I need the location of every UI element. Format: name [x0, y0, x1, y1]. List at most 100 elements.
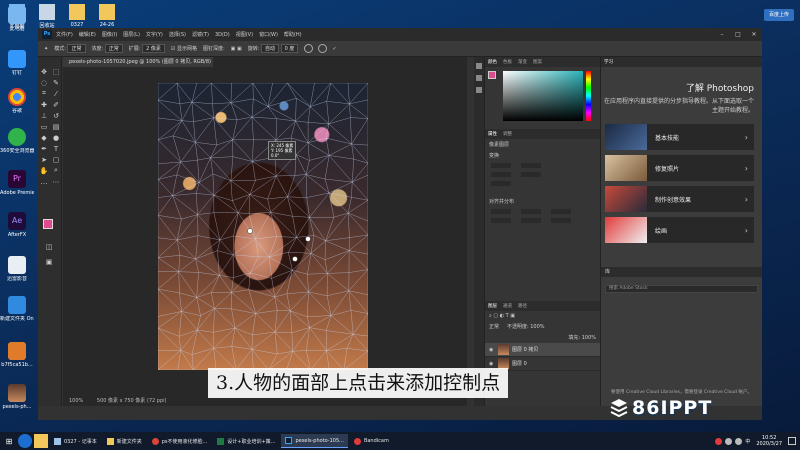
blend-mode-select[interactable]: 正常: [489, 324, 499, 330]
desktop-icon[interactable]: pexels-ph...: [0, 384, 34, 410]
task-folder[interactable]: 新建文件夹: [103, 434, 146, 448]
show-mesh-checkbox[interactable]: ☑ 显示网格: [171, 45, 197, 52]
tab-adjustments[interactable]: 调整: [503, 131, 512, 137]
menu-image[interactable]: 图像(I): [102, 31, 117, 38]
layer-row[interactable]: ◉ 图层 0 拷贝: [485, 343, 600, 357]
menu-3d[interactable]: 3D(D): [215, 32, 230, 38]
history-brush-icon[interactable]: ↺: [51, 111, 61, 120]
expand-input[interactable]: 2 像素: [142, 44, 165, 53]
rotate-select[interactable]: 自动: [260, 44, 279, 53]
mode-option[interactable]: 模式: 正常: [54, 44, 86, 53]
desktop-icon[interactable]: 钉钉: [0, 50, 34, 76]
cancel-icon[interactable]: [318, 44, 328, 53]
desktop-icon[interactable]: 谷歌: [0, 88, 34, 114]
learn-card-creative-effects[interactable]: 制作创意效果 ›: [605, 186, 754, 212]
menu-type[interactable]: 文字(Y): [146, 31, 163, 38]
desktop-icon-recycle-bin[interactable]: 回收站: [32, 4, 62, 29]
desktop-icon[interactable]: b7f5ca51b...: [0, 342, 34, 368]
align-section[interactable]: 对齐并分布: [485, 196, 600, 207]
desktop-icon[interactable]: 360安全浏览器: [0, 128, 34, 154]
taskbar-app-icon[interactable]: [34, 434, 48, 448]
screen-mode-icon[interactable]: ▣: [44, 257, 54, 266]
transform-fields[interactable]: [485, 179, 600, 188]
marquee-tool-icon[interactable]: ⬚: [51, 67, 61, 76]
eyedropper-tool-icon[interactable]: ⁄: [51, 89, 61, 98]
tab-learn[interactable]: 学习: [604, 59, 613, 65]
menu-edit[interactable]: 编辑(E): [79, 31, 96, 38]
healing-tool-icon[interactable]: ✚: [39, 100, 49, 109]
eye-icon[interactable]: ◉: [489, 347, 495, 353]
transform-fields[interactable]: [485, 161, 600, 170]
history-panel-icon[interactable]: [476, 63, 482, 69]
menu-select[interactable]: 选择(S): [169, 31, 186, 38]
document-tab[interactable]: pexels-photo-1057020.jpeg @ 100% (图层 0 拷…: [63, 57, 213, 67]
foreground-color-swatch[interactable]: [43, 219, 53, 229]
clock[interactable]: 10:52 2020/3/27: [756, 435, 782, 447]
desktop-icon[interactable]: 此电脑: [0, 6, 34, 32]
start-button[interactable]: ⊞: [0, 432, 18, 450]
quick-mask-icon[interactable]: ◫: [44, 242, 54, 251]
desktop-icon[interactable]: Ae AfterFX: [0, 212, 34, 238]
learn-card-fix-photos[interactable]: 修复照片 ›: [605, 155, 754, 181]
hue-slider[interactable]: [586, 71, 591, 121]
align-buttons[interactable]: [485, 207, 600, 216]
transform-fields[interactable]: [485, 170, 600, 179]
task-notepad[interactable]: 0327 - 记事本: [50, 434, 101, 448]
lasso-tool-icon[interactable]: ◌: [39, 78, 49, 87]
photo-canvas[interactable]: X: 245 像素 Y: 195 像素 0.0°: [158, 83, 368, 370]
transform-section[interactable]: 变换: [485, 150, 600, 161]
shape-tool-icon[interactable]: ▢: [51, 155, 61, 164]
desktop-icon-folder-24-26[interactable]: 24-26: [92, 4, 122, 28]
more-tools-icon[interactable]: …: [39, 177, 49, 186]
desktop-icon[interactable]: Pr Adobe Premie...: [0, 170, 34, 196]
network-icon[interactable]: [725, 437, 733, 445]
tab-patterns[interactable]: 图案: [533, 59, 542, 65]
rotate-option[interactable]: 旋转: 自动 0 度: [248, 44, 299, 53]
record-icon[interactable]: [715, 437, 723, 445]
tab-swatches[interactable]: 色板: [503, 59, 512, 65]
menu-help[interactable]: 帮助(H): [284, 31, 302, 38]
task-bandicam[interactable]: Bandicam: [350, 434, 393, 448]
pen-tool-icon[interactable]: ✒: [39, 144, 49, 153]
volume-icon[interactable]: [735, 437, 743, 445]
tab-properties[interactable]: 属性: [488, 131, 497, 137]
density-select[interactable]: 正常: [104, 44, 123, 53]
edit-toolbar-icon[interactable]: ⋯: [51, 177, 61, 186]
align-buttons[interactable]: [485, 216, 600, 225]
expand-option[interactable]: 扩展: 2 像素: [129, 44, 165, 53]
desktop-icon[interactable]: 迅雷影音: [0, 256, 34, 282]
minimize-icon[interactable]: –: [714, 31, 730, 38]
tab-gradients[interactable]: 渐变: [518, 59, 527, 65]
brush-tool-icon[interactable]: ✐: [51, 100, 61, 109]
mode-select[interactable]: 正常: [67, 44, 86, 53]
opacity-input[interactable]: 100%: [530, 324, 544, 330]
desktop-icon[interactable]: 新建文件夹 Online: [0, 296, 34, 322]
maximize-icon[interactable]: □: [730, 31, 746, 38]
task-chrome[interactable]: ps不使用液化修脸...: [148, 434, 212, 448]
type-tool-icon[interactable]: T: [51, 144, 61, 153]
layer-filter-row[interactable]: ⌕ ▢ ◐ T ▣: [485, 311, 600, 321]
dodge-tool-icon[interactable]: ●: [51, 133, 61, 142]
crop-tool-icon[interactable]: ⌗: [39, 89, 49, 98]
zoom-level[interactable]: 100%: [69, 398, 83, 404]
hand-tool-icon[interactable]: ✋: [39, 166, 49, 175]
foreground-color-swatch[interactable]: [488, 71, 496, 79]
taskbar-app-icon[interactable]: [18, 434, 32, 448]
cloud-upload-button[interactable]: 百度上传: [763, 9, 794, 21]
task-photoshop[interactable]: pexels-photo-105...: [281, 434, 348, 448]
rotate-degrees[interactable]: 0 度: [280, 44, 299, 53]
eraser-tool-icon[interactable]: ▭: [39, 122, 49, 131]
libraries-search-input[interactable]: 搜索 Adobe Stock: [605, 285, 758, 293]
saturation-value-field[interactable]: [503, 71, 583, 121]
menu-window[interactable]: 窗口(W): [259, 31, 278, 38]
brush-panel-icon[interactable]: [476, 87, 482, 93]
quick-select-tool-icon[interactable]: ✎: [51, 78, 61, 87]
fill-input[interactable]: 100%: [582, 335, 596, 341]
path-select-tool-icon[interactable]: ➤: [39, 155, 49, 164]
density-option[interactable]: 浓度: 正常: [92, 44, 123, 53]
reset-pins-icon[interactable]: [304, 44, 314, 53]
tab-color[interactable]: 颜色: [488, 59, 497, 65]
move-tool-icon[interactable]: ✥: [39, 67, 49, 76]
tab-layers[interactable]: 图层: [488, 303, 497, 309]
stamp-tool-icon[interactable]: ⊥: [39, 111, 49, 120]
